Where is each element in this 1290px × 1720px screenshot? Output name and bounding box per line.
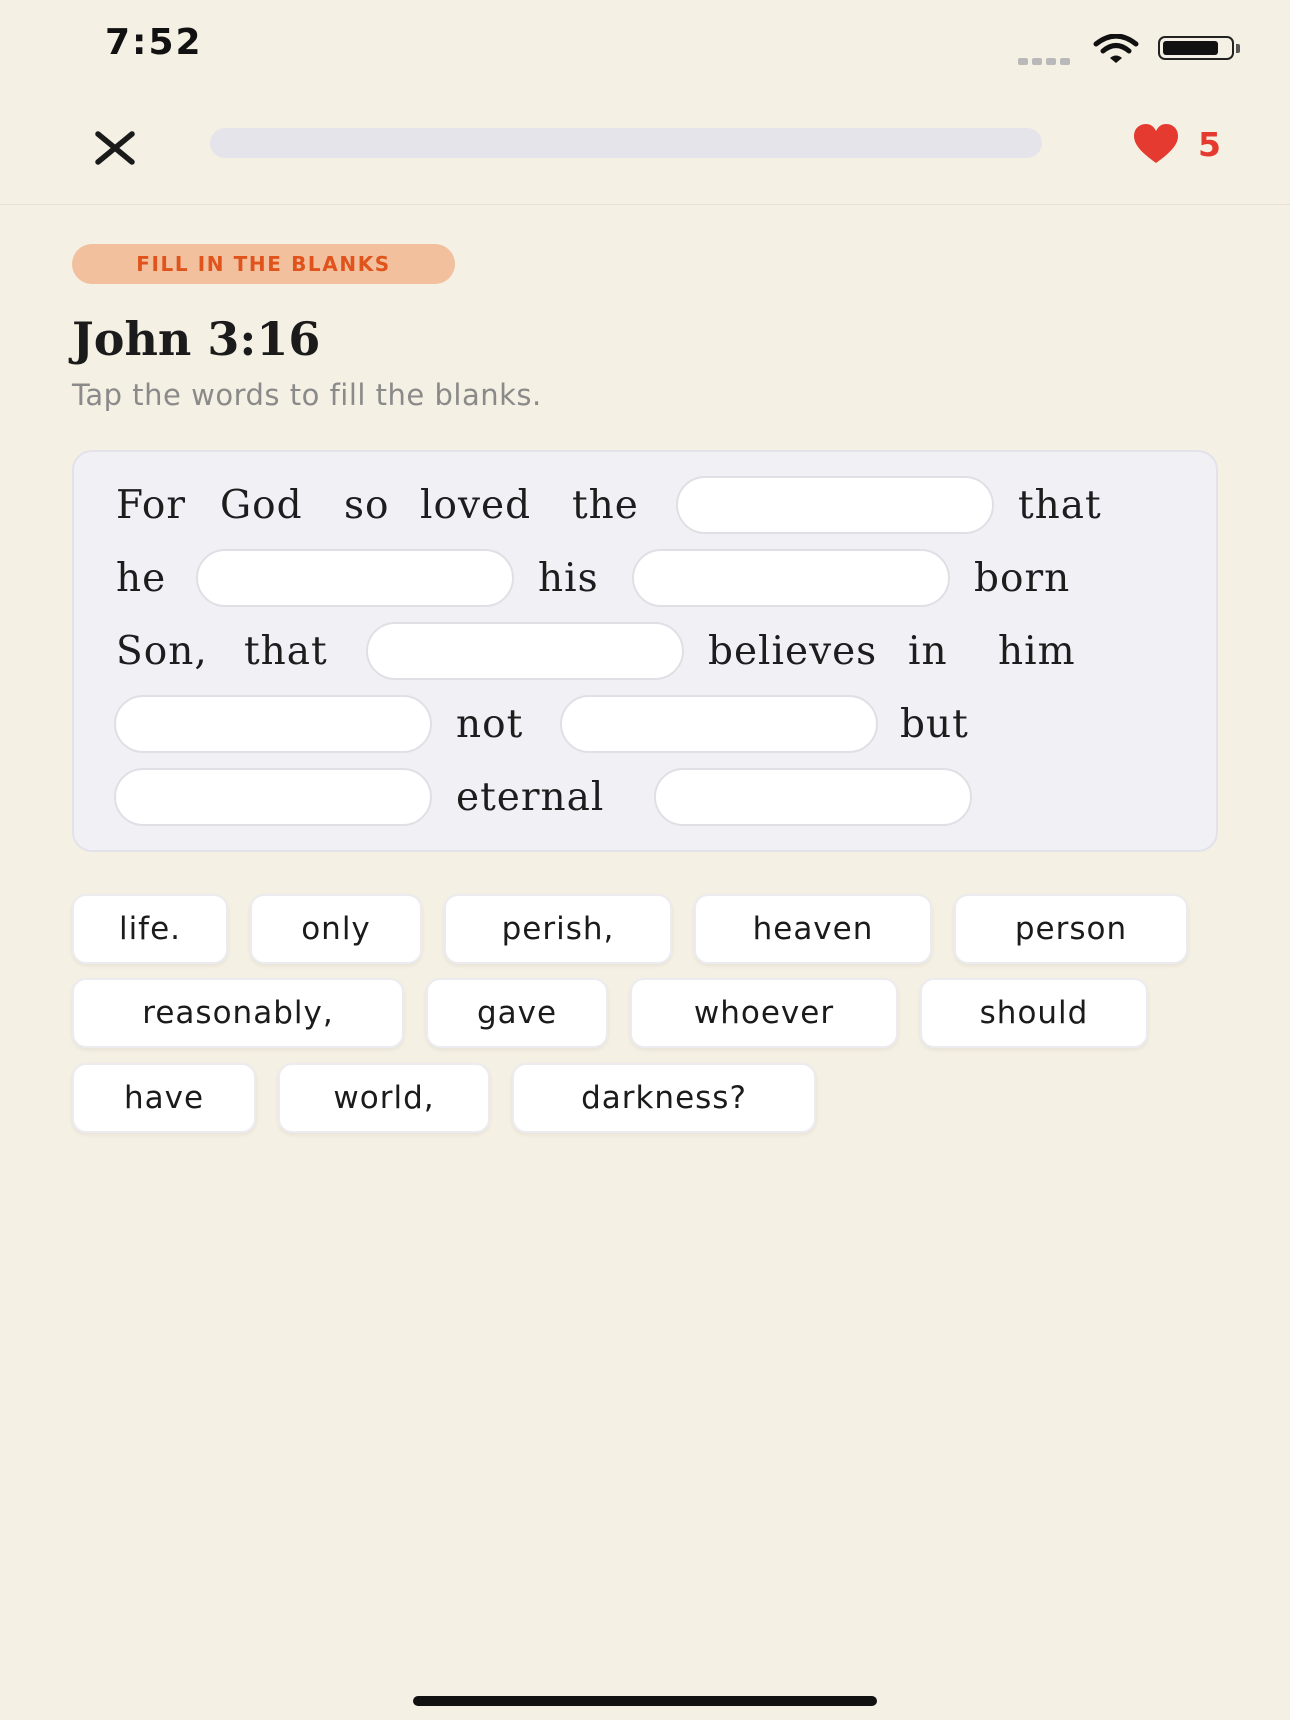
word-chip[interactable]: gave [426,978,608,1048]
blank-slot-6[interactable] [560,695,878,753]
blank-slot-3[interactable] [632,549,950,607]
blank-slot-2[interactable] [196,549,514,607]
close-button[interactable] [88,120,142,174]
word-chip[interactable]: world, [278,1063,490,1133]
verse-word: not [456,702,524,747]
verse-word: For [116,483,187,528]
status-time: 7:52 [105,22,203,63]
battery-cap [1236,44,1240,53]
verse-word: believes [708,629,878,674]
blank-slot-8[interactable] [654,768,972,826]
verse-card: For God so loved the that he his born So… [72,450,1218,852]
word-chip[interactable]: perish, [444,894,672,964]
verse-word: Son, [116,629,208,674]
hearts-count: 5 [1198,124,1221,164]
close-icon [95,131,135,165]
blank-slot-4[interactable] [366,622,684,680]
heart-icon [1134,124,1178,163]
word-chip[interactable]: life. [72,894,228,964]
word-chip[interactable]: only [250,894,422,964]
verse-word: him [998,629,1076,674]
battery-icon [1158,36,1234,60]
lesson-progress-bar [210,128,1042,158]
cellular-signal-icon [1018,50,1078,65]
exercise-type-badge: FILL IN THE BLANKS [72,244,455,284]
blank-slot-5[interactable] [114,695,432,753]
home-indicator [413,1696,877,1706]
verse-word: eternal [456,775,605,820]
blank-slot-7[interactable] [114,768,432,826]
verse-word: so [344,483,390,528]
hearts-counter: 5 [1132,122,1221,166]
word-chip[interactable]: heaven [694,894,932,964]
verse-word: born [974,556,1071,601]
verse-word: loved [420,483,532,528]
blank-slot-1[interactable] [676,476,994,534]
word-chip[interactable]: have [72,1063,256,1133]
verse-word: his [538,556,599,601]
lesson-header: 5 [0,100,1290,205]
verse-word: that [244,629,328,674]
instruction-text: Tap the words to fill the blanks. [72,378,542,412]
status-bar: 7:52 [0,0,1290,100]
verse-word: that [1018,483,1102,528]
verse-word: the [572,483,639,528]
word-chip[interactable]: should [920,978,1148,1048]
verse-word: but [900,702,969,747]
wifi-icon [1093,34,1139,63]
verse-word: he [116,556,167,601]
word-chip[interactable]: reasonably, [72,978,404,1048]
verse-word: God [220,483,303,528]
word-chip[interactable]: darkness? [512,1063,816,1133]
word-chip[interactable]: person [954,894,1188,964]
word-chip[interactable]: whoever [630,978,898,1048]
verse-word: in [908,629,948,674]
verse-reference-title: John 3:16 [72,312,321,366]
